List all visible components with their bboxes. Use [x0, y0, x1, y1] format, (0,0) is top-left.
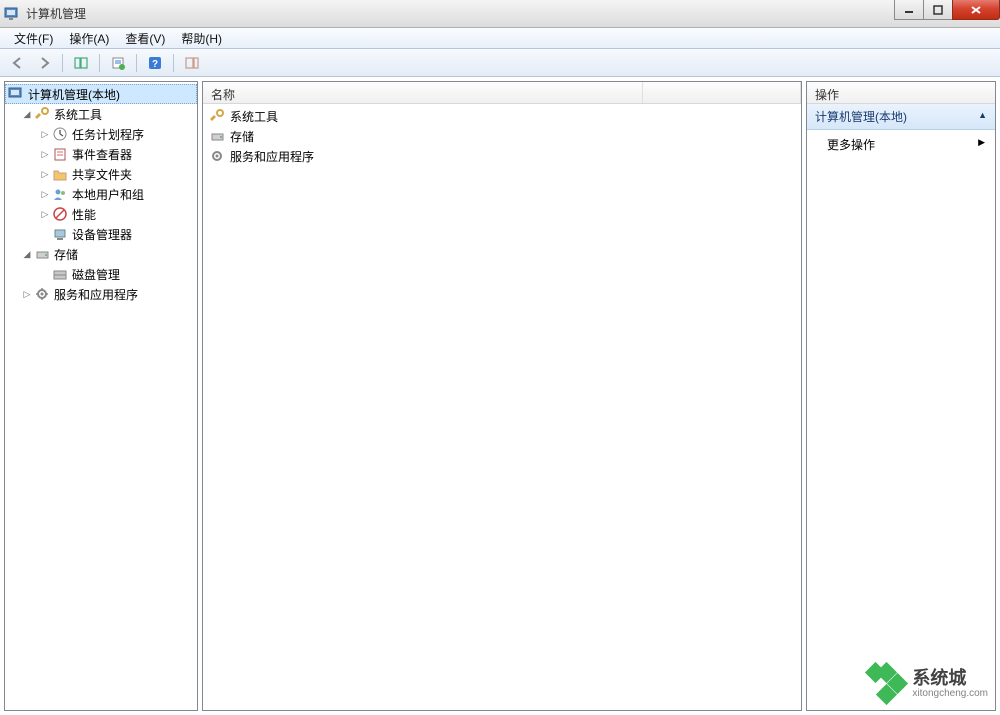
tree-label: 磁盘管理 [72, 266, 120, 283]
tree-label: 服务和应用程序 [54, 286, 138, 303]
expander-closed-icon[interactable]: ▷ [39, 148, 51, 160]
list-header: 名称 [203, 82, 801, 104]
tree-sharedfolders[interactable]: ▷ 共享文件夹 [5, 164, 197, 184]
tree-storage[interactable]: ◢ 存储 [5, 244, 197, 264]
list-pane: 名称 系统工具 存储 服务和应用程序 [202, 81, 802, 711]
toolbar-separator [99, 54, 100, 72]
menu-view[interactable]: 查看(V) [117, 28, 173, 49]
storage-icon [34, 246, 50, 262]
toolbar-separator [62, 54, 63, 72]
help-button[interactable]: ? [143, 52, 167, 74]
tools-icon [209, 108, 225, 124]
close-button[interactable] [952, 0, 1000, 20]
show-hide-action-pane-button[interactable] [180, 52, 204, 74]
action-section-label: 计算机管理(本地) [815, 110, 907, 124]
clock-icon [52, 126, 68, 142]
tree-label: 性能 [72, 206, 96, 223]
tree-eventviewer[interactable]: ▷ 事件查看器 [5, 144, 197, 164]
tree-label: 存储 [54, 246, 78, 263]
list-body: 系统工具 存储 服务和应用程序 [203, 104, 801, 710]
list-item-services[interactable]: 服务和应用程序 [203, 146, 801, 166]
tree: 计算机管理(本地) ◢ 系统工具 ▷ 任务计划程序 ▷ [5, 82, 197, 306]
list-label: 系统工具 [230, 108, 278, 125]
action-pane: 操作 计算机管理(本地) ▲ 更多操作 ▶ [806, 81, 996, 711]
app-icon [4, 6, 20, 22]
users-icon [52, 186, 68, 202]
toolbar-separator [173, 54, 174, 72]
tree-label: 系统工具 [54, 106, 102, 123]
svg-text:?: ? [152, 59, 158, 70]
expander-open-icon[interactable]: ◢ [21, 108, 33, 120]
expander-closed-icon[interactable]: ▷ [39, 208, 51, 220]
expander-open-icon[interactable]: ◢ [21, 248, 33, 260]
tree-label: 事件查看器 [72, 146, 132, 163]
tree-diskmgmt[interactable]: ▷ 磁盘管理 [5, 264, 197, 284]
menu-file[interactable]: 文件(F) [6, 28, 61, 49]
menubar: 文件(F) 操作(A) 查看(V) 帮助(H) [0, 28, 1000, 49]
properties-button[interactable] [106, 52, 130, 74]
shared-folder-icon [52, 166, 68, 182]
tree-localusers[interactable]: ▷ 本地用户和组 [5, 184, 197, 204]
content: 计算机管理(本地) ◢ 系统工具 ▷ 任务计划程序 ▷ [0, 77, 1000, 715]
toolbar: ? [0, 49, 1000, 77]
submenu-arrow-icon: ▶ [978, 137, 985, 148]
toolbar-separator [136, 54, 137, 72]
back-button[interactable] [6, 52, 30, 74]
expander-closed-icon[interactable]: ▷ [39, 188, 51, 200]
action-label: 更多操作 [827, 138, 875, 152]
show-hide-tree-button[interactable] [69, 52, 93, 74]
storage-icon [209, 128, 225, 144]
tree-label: 计算机管理(本地) [28, 86, 120, 103]
titlebar: 计算机管理 [0, 0, 1000, 28]
list-label: 存储 [230, 128, 254, 145]
maximize-button[interactable] [923, 0, 953, 20]
device-icon [52, 226, 68, 242]
disk-icon [52, 266, 68, 282]
tools-icon [34, 106, 50, 122]
expander-closed-icon[interactable]: ▷ [39, 128, 51, 140]
tree-label: 本地用户和组 [72, 186, 144, 203]
computer-icon [8, 86, 24, 102]
expander-closed-icon[interactable]: ▷ [39, 168, 51, 180]
list-item-systools[interactable]: 系统工具 [203, 106, 801, 126]
tree-label: 设备管理器 [72, 226, 132, 243]
forward-button[interactable] [32, 52, 56, 74]
menu-help[interactable]: 帮助(H) [173, 28, 230, 49]
tree-scheduler[interactable]: ▷ 任务计划程序 [5, 124, 197, 144]
collapse-icon: ▲ [978, 110, 987, 120]
minimize-button[interactable] [894, 0, 924, 20]
tree-performance[interactable]: ▷ 性能 [5, 204, 197, 224]
services-icon [34, 286, 50, 302]
tree-pane: 计算机管理(本地) ◢ 系统工具 ▷ 任务计划程序 ▷ [4, 81, 198, 711]
menu-action[interactable]: 操作(A) [61, 28, 117, 49]
expander-closed-icon[interactable]: ▷ [21, 288, 33, 300]
action-header: 操作 [807, 82, 995, 104]
tree-root[interactable]: 计算机管理(本地) [5, 84, 197, 104]
tree-devicemgr[interactable]: ▷ 设备管理器 [5, 224, 197, 244]
tree-systools[interactable]: ◢ 系统工具 [5, 104, 197, 124]
event-icon [52, 146, 68, 162]
window-buttons [895, 0, 1000, 20]
list-label: 服务和应用程序 [230, 148, 314, 165]
tree-label: 任务计划程序 [72, 126, 144, 143]
action-more[interactable]: 更多操作 ▶ [807, 130, 995, 159]
column-name[interactable]: 名称 [203, 82, 643, 103]
tree-services[interactable]: ▷ 服务和应用程序 [5, 284, 197, 304]
column-empty[interactable] [643, 82, 801, 103]
services-icon [209, 148, 225, 164]
performance-icon [52, 206, 68, 222]
tree-label: 共享文件夹 [72, 166, 132, 183]
list-item-storage[interactable]: 存储 [203, 126, 801, 146]
window-title: 计算机管理 [26, 5, 86, 22]
action-section[interactable]: 计算机管理(本地) ▲ [807, 104, 995, 130]
